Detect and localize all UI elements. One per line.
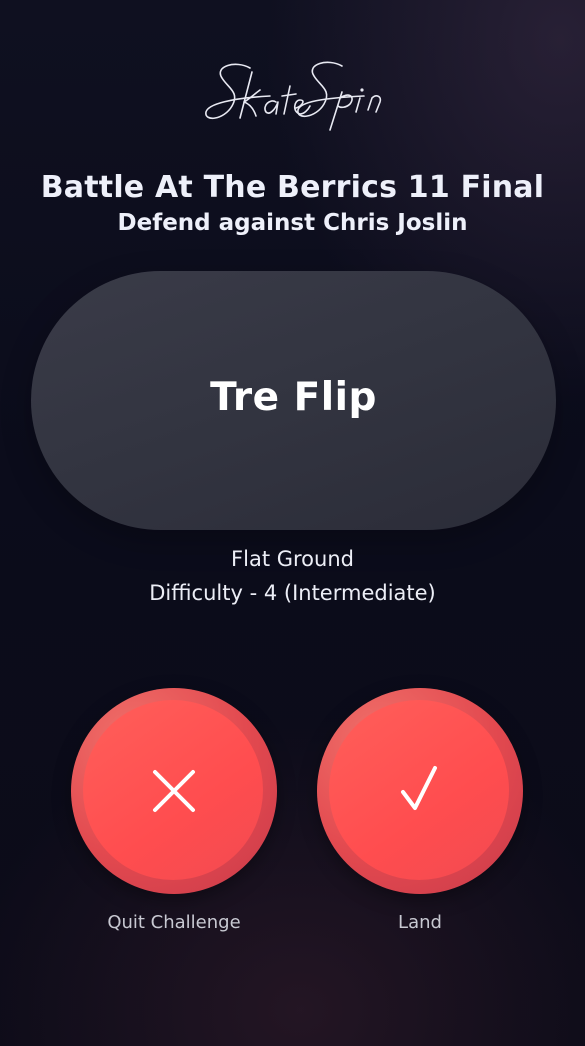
trick-name: Tre Flip (210, 375, 377, 420)
quit-challenge-label: Quit Challenge (107, 912, 241, 933)
challenge-subtitle: Defend against Chris Joslin (117, 210, 468, 236)
land-button[interactable] (317, 688, 523, 894)
land-label: Land (398, 912, 442, 933)
skate-spin-logo (192, 52, 392, 136)
challenge-title: Battle At The Berrics 11 Final (40, 170, 545, 205)
trick-difficulty: Difficulty - 4 (Intermediate) (149, 581, 436, 605)
trick-location: Flat Ground (231, 547, 354, 571)
quit-challenge-button[interactable] (71, 688, 277, 894)
close-icon (153, 770, 195, 812)
trick-card: Tre Flip (31, 271, 556, 530)
check-icon (401, 766, 437, 810)
